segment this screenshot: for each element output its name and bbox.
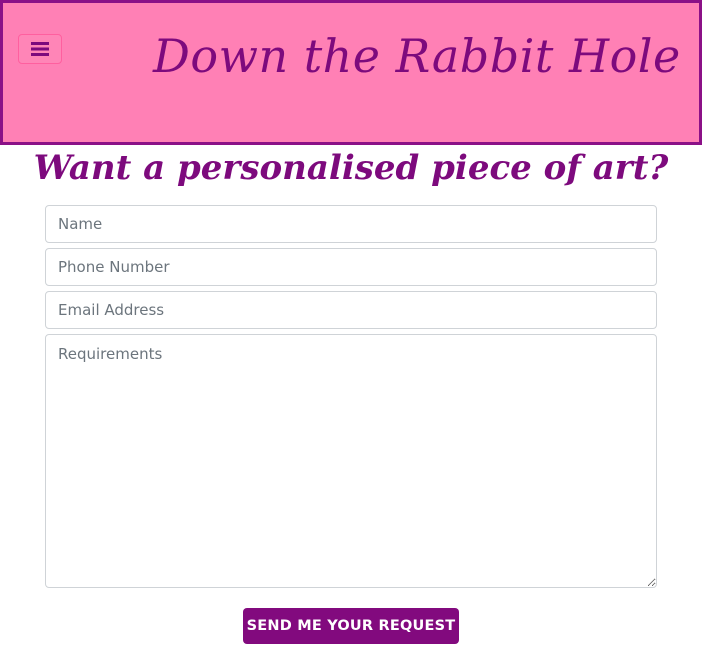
- email-address-field[interactable]: [45, 291, 657, 329]
- commission-request-form: [45, 205, 657, 588]
- requirements-textarea[interactable]: [45, 334, 657, 588]
- site-header: Down the Rabbit Hole: [0, 0, 702, 145]
- site-title: Down the Rabbit Hole: [153, 29, 681, 83]
- menu-toggle-button[interactable]: [18, 34, 62, 64]
- hamburger-menu-icon: [31, 42, 49, 56]
- phone-number-field[interactable]: [45, 248, 657, 286]
- form-heading: Want a personalised piece of art?: [33, 148, 669, 188]
- name-field[interactable]: [45, 205, 657, 243]
- send-request-button[interactable]: SEND ME YOUR REQUEST: [243, 608, 459, 644]
